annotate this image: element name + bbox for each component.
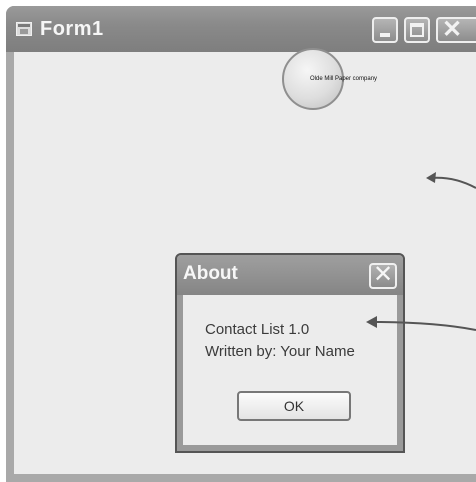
close-button[interactable]: ✕: [436, 17, 476, 43]
about-close-button[interactable]: ✕: [369, 263, 397, 289]
close-icon: ✕: [442, 16, 463, 43]
window-title: Form1: [40, 18, 104, 40]
minimize-icon: [380, 33, 390, 37]
close-icon: ✕: [372, 261, 394, 288]
ok-button[interactable]: OK: [237, 391, 351, 421]
logo-text: Olde Mill Paper company: [310, 76, 378, 82]
annotation-arrow-dialog: [366, 316, 476, 331]
maximize-icon: [410, 23, 424, 37]
minimize-button[interactable]: [372, 17, 398, 43]
about-dialog: About ✕ Contact List 1.0 Written by: You…: [175, 253, 405, 453]
author-text: Written by: Your Name: [205, 343, 355, 360]
about-dialog-title: About: [183, 263, 238, 284]
window-titlebar[interactable]: Form1 ✕: [6, 6, 476, 52]
about-dialog-titlebar[interactable]: About ✕: [177, 255, 403, 295]
form-app-icon[interactable]: [16, 22, 32, 36]
product-version-text: Contact List 1.0: [205, 321, 310, 338]
annotation-arrow-logo: [426, 172, 476, 189]
maximize-button[interactable]: [404, 17, 430, 43]
